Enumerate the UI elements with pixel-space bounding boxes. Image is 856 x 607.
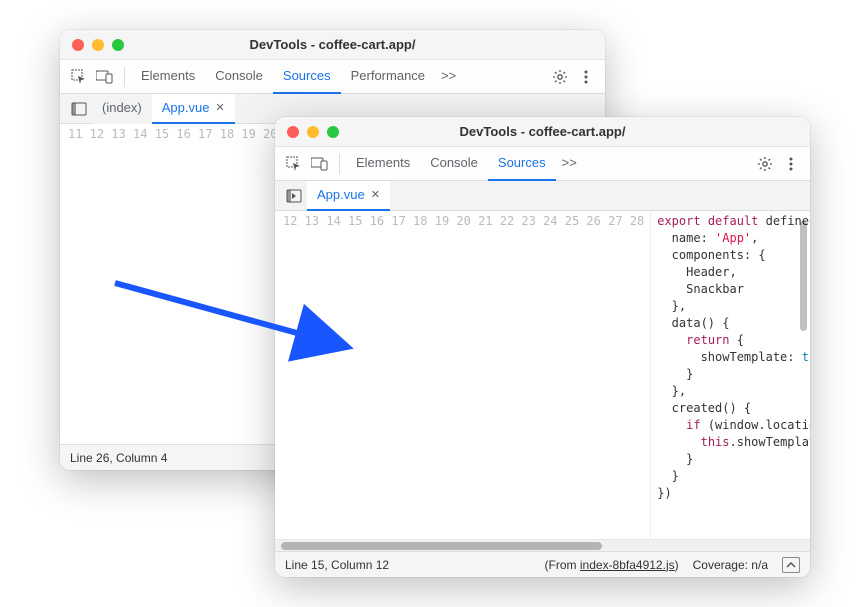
divider: [124, 67, 125, 87]
tab-sources[interactable]: Sources: [488, 147, 556, 181]
close-tab-icon[interactable]: ✕: [371, 188, 380, 201]
titlebar: DevTools - coffee-cart.app/: [275, 117, 810, 147]
navigator-toggle-icon[interactable]: [281, 183, 307, 209]
window-title: DevTools - coffee-cart.app/: [60, 37, 605, 52]
file-tab-index[interactable]: (index): [92, 94, 152, 124]
file-tab-label: App.vue: [162, 100, 210, 115]
kebab-icon[interactable]: [573, 64, 599, 90]
file-tab-appvue[interactable]: App.vue ✕: [152, 94, 235, 124]
close-tab-icon[interactable]: ✕: [215, 101, 224, 114]
scrollbar-vertical[interactable]: [800, 221, 807, 331]
devtools-window-front: DevTools - coffee-cart.app/ Elements Con…: [275, 117, 810, 577]
kebab-icon[interactable]: [778, 151, 804, 177]
window-title: DevTools - coffee-cart.app/: [275, 124, 810, 139]
drawer-toggle-icon[interactable]: [782, 557, 800, 573]
file-tab-appvue[interactable]: App.vue ✕: [307, 181, 390, 211]
close-icon[interactable]: [287, 126, 299, 138]
inspect-icon[interactable]: [66, 64, 92, 90]
main-toolbar: Elements Console Sources >>: [275, 147, 810, 181]
file-tab-label: (index): [102, 100, 142, 115]
minimize-icon[interactable]: [307, 126, 319, 138]
cursor-position: Line 26, Column 4: [70, 451, 167, 465]
tab-elements[interactable]: Elements: [346, 147, 420, 181]
tabs-overflow-icon[interactable]: >>: [435, 60, 462, 94]
scrollbar-horizontal[interactable]: [275, 539, 810, 551]
device-toggle-icon[interactable]: [307, 151, 333, 177]
titlebar: DevTools - coffee-cart.app/: [60, 30, 605, 60]
maximize-icon[interactable]: [112, 39, 124, 51]
statusbar: Line 15, Column 12 (From index-8bfa4912.…: [275, 551, 810, 577]
tabs-overflow-icon[interactable]: >>: [556, 147, 583, 181]
source-map-link[interactable]: index-8bfa4912.js: [580, 558, 675, 572]
cursor-position: Line 15, Column 12: [285, 558, 389, 572]
device-toggle-icon[interactable]: [92, 64, 118, 90]
file-tabbar: App.vue ✕: [275, 181, 810, 211]
coverage-status: Coverage: n/a: [693, 558, 768, 572]
main-toolbar: Elements Console Sources Performance >>: [60, 60, 605, 94]
minimize-icon[interactable]: [92, 39, 104, 51]
code-content[interactable]: export default defineComponent({ name: '…: [651, 211, 810, 539]
divider: [339, 154, 340, 174]
gear-icon[interactable]: [547, 64, 573, 90]
code-editor[interactable]: 12 13 14 15 16 17 18 19 20 21 22 23 24 2…: [275, 211, 810, 539]
navigator-toggle-icon[interactable]: [66, 96, 92, 122]
inspect-icon[interactable]: [281, 151, 307, 177]
maximize-icon[interactable]: [327, 126, 339, 138]
tab-performance[interactable]: Performance: [341, 60, 435, 94]
tab-sources[interactable]: Sources: [273, 60, 341, 94]
close-icon[interactable]: [72, 39, 84, 51]
file-tab-label: App.vue: [317, 187, 365, 202]
tab-elements[interactable]: Elements: [131, 60, 205, 94]
tab-console[interactable]: Console: [205, 60, 273, 94]
source-map-from: (From index-8bfa4912.js): [545, 558, 679, 572]
line-gutter: 12 13 14 15 16 17 18 19 20 21 22 23 24 2…: [275, 211, 651, 539]
tab-console[interactable]: Console: [420, 147, 488, 181]
gear-icon[interactable]: [752, 151, 778, 177]
